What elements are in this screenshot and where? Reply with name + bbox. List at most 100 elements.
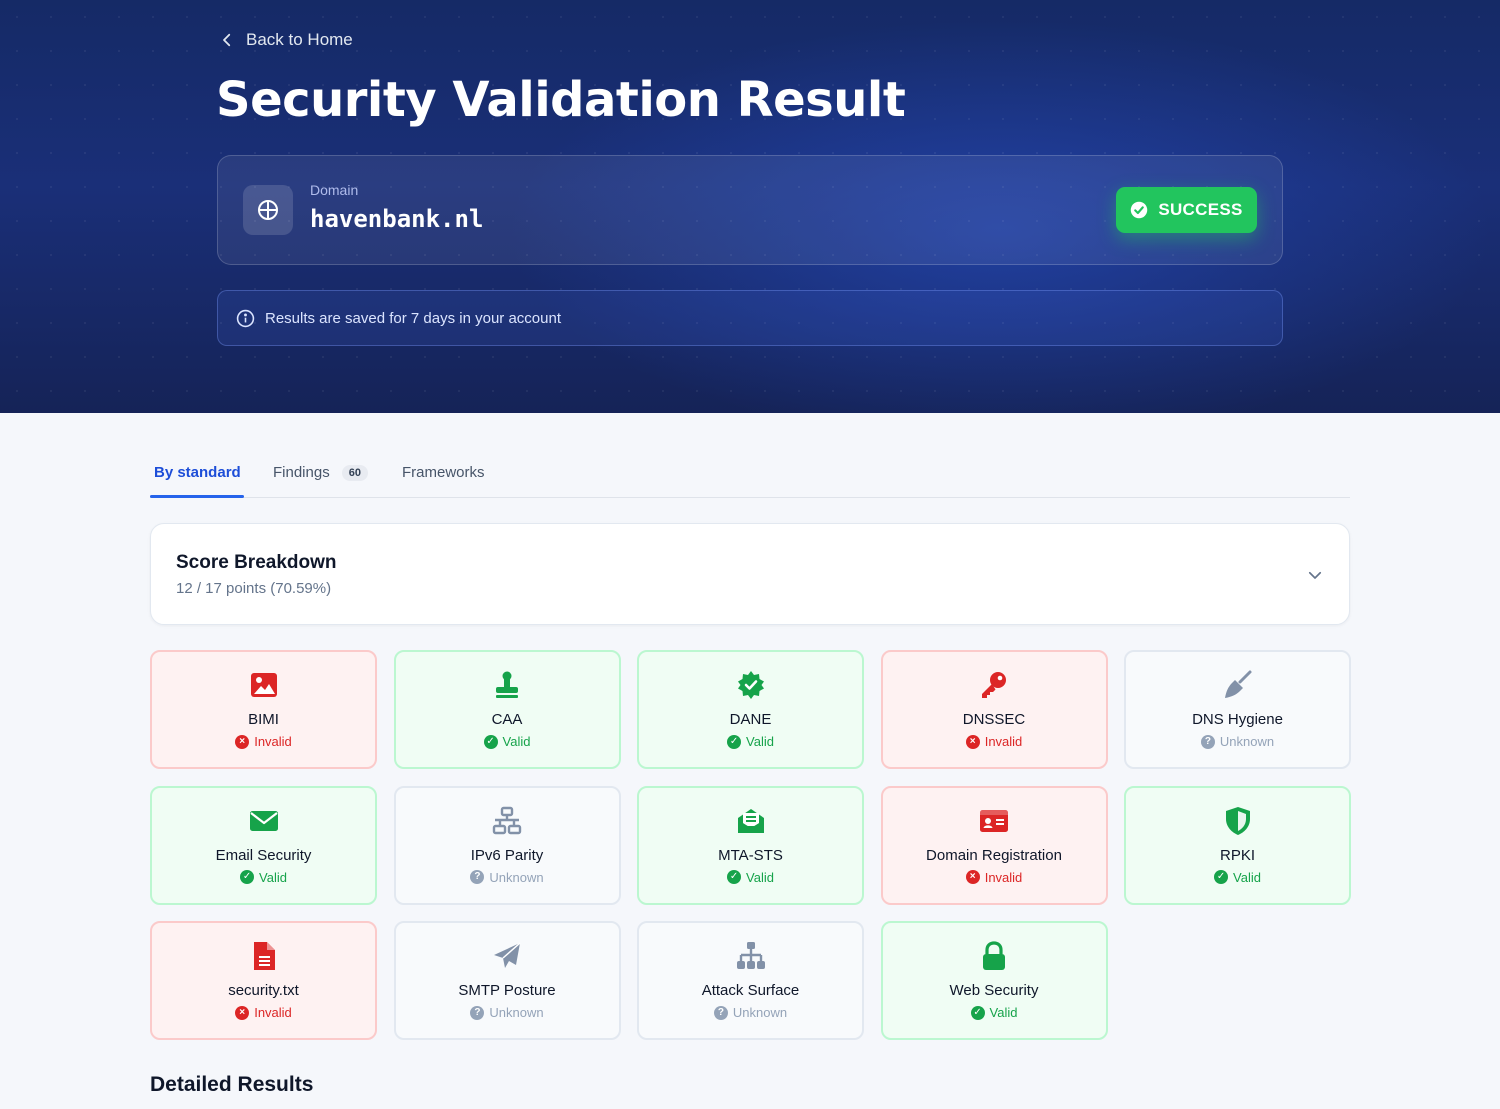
standard-tile-caa[interactable]: CAA ✓ Valid bbox=[393, 650, 621, 769]
standard-status: × Invalid bbox=[235, 734, 292, 749]
standard-status-label: Invalid bbox=[254, 734, 292, 749]
standard-name: DNSSEC bbox=[962, 711, 1026, 728]
standard-tile-mta-sts[interactable]: MTA-STS ✓ Valid bbox=[637, 785, 864, 905]
standard-status-label: Unknown bbox=[489, 1005, 544, 1020]
standard-tile-domain-registration[interactable]: Domain Registration × Invalid bbox=[880, 785, 1108, 905]
standard-name: Web Security bbox=[949, 982, 1039, 999]
standard-tile-security-txt[interactable]: security.txt × Invalid bbox=[150, 921, 377, 1040]
status-valid-icon: ✓ bbox=[483, 734, 498, 749]
standard-status-label: Unknown bbox=[489, 869, 544, 885]
score-summary: 12 / 17 points (70.59%) bbox=[176, 580, 332, 597]
info-banner: Results are saved for 7 days in your acc… bbox=[217, 290, 1283, 346]
stamp-icon bbox=[491, 669, 523, 701]
tab-label: By standard bbox=[154, 464, 241, 481]
standard-status: ✓ Valid bbox=[727, 870, 774, 885]
status-invalid-icon: × bbox=[965, 870, 980, 884]
domain-value: havenbank.nl bbox=[310, 205, 484, 233]
standard-name: CAA bbox=[491, 711, 523, 728]
standard-status-label: Valid bbox=[502, 734, 531, 749]
id-card-icon bbox=[978, 805, 1010, 837]
standard-name: SMTP Posture bbox=[458, 982, 556, 999]
status-valid-icon: ✓ bbox=[727, 870, 742, 884]
status-valid-icon: ✓ bbox=[240, 870, 255, 884]
standard-status-label: Valid bbox=[1233, 869, 1261, 885]
standard-status-label: Unknown bbox=[732, 1005, 788, 1020]
envelope-open-text-icon bbox=[735, 805, 767, 837]
standard-status: ? Unknown bbox=[713, 1005, 788, 1020]
standard-status: ? Unknown bbox=[470, 1005, 544, 1020]
status-invalid-icon: × bbox=[235, 734, 250, 749]
key-icon bbox=[978, 669, 1010, 701]
standard-name: BIMI bbox=[248, 711, 279, 728]
standard-name: Domain Registration bbox=[926, 846, 1062, 864]
standard-status-label: Valid bbox=[989, 1005, 1018, 1020]
info-icon bbox=[236, 309, 255, 327]
file-lines-icon bbox=[248, 940, 280, 972]
standard-status: ✓ Valid bbox=[727, 734, 774, 749]
standard-status: ✓ Valid bbox=[240, 870, 287, 885]
standard-name: DNS Hygiene bbox=[1192, 711, 1283, 728]
image-icon bbox=[248, 669, 280, 701]
status-unknown-icon: ? bbox=[1200, 734, 1215, 749]
back-label: Back to Home bbox=[246, 30, 353, 49]
envelope-icon bbox=[248, 805, 280, 837]
standard-tile-email-security[interactable]: Email Security ✓ Valid bbox=[150, 785, 377, 905]
domain-card: Domain havenbank.nl SUCCESS bbox=[217, 155, 1283, 265]
active-tab-indicator bbox=[150, 495, 244, 498]
standard-status: ✓ Valid bbox=[483, 734, 531, 749]
findings-count-badge: 60 bbox=[341, 464, 368, 481]
chevron-down-icon[interactable] bbox=[1306, 566, 1324, 584]
shield-icon bbox=[1222, 805, 1254, 837]
score-breakdown-card[interactable]: Score Breakdown 12 / 17 points (70.59%) bbox=[150, 523, 1350, 625]
status-invalid-icon: × bbox=[235, 1005, 250, 1020]
tab-frameworks[interactable]: Frameworks bbox=[402, 464, 485, 481]
standard-status-label: Valid bbox=[746, 869, 774, 885]
status-badge-label: SUCCESS bbox=[1158, 200, 1243, 219]
standard-tile-dnssec[interactable]: DNSSEC × Invalid bbox=[880, 650, 1108, 769]
standard-name: Email Security bbox=[215, 846, 312, 864]
standard-tile-web-security[interactable]: Web Security ✓ Valid bbox=[880, 921, 1108, 1040]
standard-tile-ipv6-parity[interactable]: IPv6 Parity? Unknown bbox=[393, 785, 621, 905]
standard-name: Attack Surface bbox=[701, 982, 800, 999]
paper-plane-icon bbox=[491, 940, 523, 972]
standard-status: × Invalid bbox=[965, 734, 1023, 749]
standard-name: security.txt bbox=[228, 982, 299, 999]
standard-status-label: Invalid bbox=[984, 734, 1023, 749]
status-valid-icon: ✓ bbox=[1214, 870, 1229, 884]
status-valid-icon: ✓ bbox=[727, 734, 742, 749]
standard-status-label: Valid bbox=[746, 734, 774, 749]
standard-status: × Invalid bbox=[235, 1005, 292, 1020]
standard-status: ? Unknown bbox=[1200, 734, 1275, 749]
status-unknown-icon: ? bbox=[470, 1005, 485, 1020]
standard-tile-attack-surface[interactable]: Attack Surface ? Unknown bbox=[637, 921, 864, 1040]
status-badge: SUCCESS bbox=[1116, 187, 1257, 233]
standard-tile-rpki[interactable]: RPKI ✓ Valid bbox=[1124, 785, 1351, 905]
standard-tile-dns-hygiene[interactable]: DNS Hygiene? Unknown bbox=[1124, 650, 1351, 769]
info-message: Results are saved for 7 days in your acc… bbox=[265, 309, 561, 327]
tab-label: Frameworks bbox=[402, 464, 485, 481]
tab-findings[interactable]: Findings 60 bbox=[273, 464, 368, 481]
chevron-left-icon bbox=[223, 33, 231, 47]
standard-status: ✓ Valid bbox=[970, 1005, 1018, 1020]
standard-tile-bimi[interactable]: BIMI × Invalid bbox=[150, 650, 377, 769]
sitemap-icon bbox=[735, 940, 767, 972]
back-to-home-link[interactable]: Back to Home bbox=[218, 30, 353, 50]
result-tabs: By standard Findings 60 Frameworks bbox=[150, 450, 1350, 498]
status-valid-icon: ✓ bbox=[970, 1005, 985, 1020]
standard-name: RPKI bbox=[1219, 846, 1255, 864]
standard-tile-smtp-posture[interactable]: SMTP Posture? Unknown bbox=[393, 921, 621, 1040]
standard-tile-dane[interactable]: DANE ✓ Valid bbox=[637, 650, 864, 769]
standard-name: DANE bbox=[729, 711, 772, 728]
standard-status-label: Valid bbox=[259, 869, 287, 885]
tab-by-standard[interactable]: By standard bbox=[154, 464, 241, 481]
lock-icon bbox=[978, 940, 1010, 972]
domain-label: Domain bbox=[310, 182, 359, 198]
check-circle-icon bbox=[1131, 201, 1148, 219]
standard-status: × Invalid bbox=[965, 869, 1023, 885]
standard-status-label: Invalid bbox=[984, 869, 1023, 885]
standard-status: ✓ Valid bbox=[1214, 870, 1261, 885]
certificate-icon bbox=[735, 669, 767, 701]
detailed-results-heading: Detailed Results bbox=[150, 1073, 314, 1096]
standard-status-label: Unknown bbox=[1219, 734, 1275, 749]
standard-status-label: Invalid bbox=[254, 1005, 292, 1020]
